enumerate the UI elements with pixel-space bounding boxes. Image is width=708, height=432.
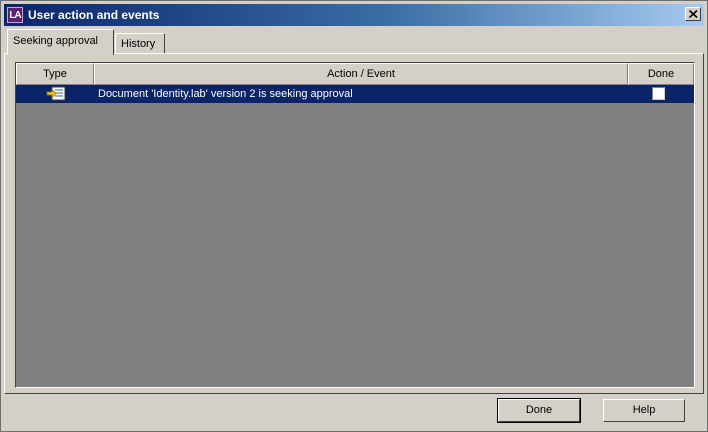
column-header-done[interactable]: Done — [628, 63, 694, 85]
column-header-type[interactable]: Type — [16, 63, 94, 85]
type-cell — [16, 85, 94, 103]
grid-header: Type Action / Event Done — [16, 63, 694, 85]
app-logo-icon: LA — [7, 7, 23, 23]
tab-panel: Type Action / Event Done Document 'Ident… — [4, 53, 704, 394]
title-bar[interactable]: LA User action and events — [4, 4, 704, 26]
close-button[interactable] — [685, 7, 701, 21]
tab-seeking-approval[interactable]: Seeking approval — [7, 29, 114, 55]
dialog-window: LA User action and events Seeking approv… — [0, 0, 708, 432]
tab-label: History — [121, 38, 156, 50]
done-button[interactable]: Done — [497, 398, 581, 423]
tab-history[interactable]: History — [115, 33, 165, 54]
help-button[interactable]: Help — [603, 399, 685, 422]
table-row[interactable]: Document 'Identity.lab' version 2 is see… — [16, 85, 694, 103]
close-icon — [689, 10, 698, 18]
column-header-action-event[interactable]: Action / Event — [94, 63, 628, 85]
events-grid[interactable]: Type Action / Event Done Document 'Ident… — [15, 62, 695, 388]
action-event-cell: Document 'Identity.lab' version 2 is see… — [98, 88, 353, 100]
document-arrow-icon — [46, 86, 66, 101]
window-title: User action and events — [28, 8, 160, 22]
done-checkbox[interactable] — [652, 87, 665, 100]
tab-label: Seeking approval — [13, 35, 99, 47]
